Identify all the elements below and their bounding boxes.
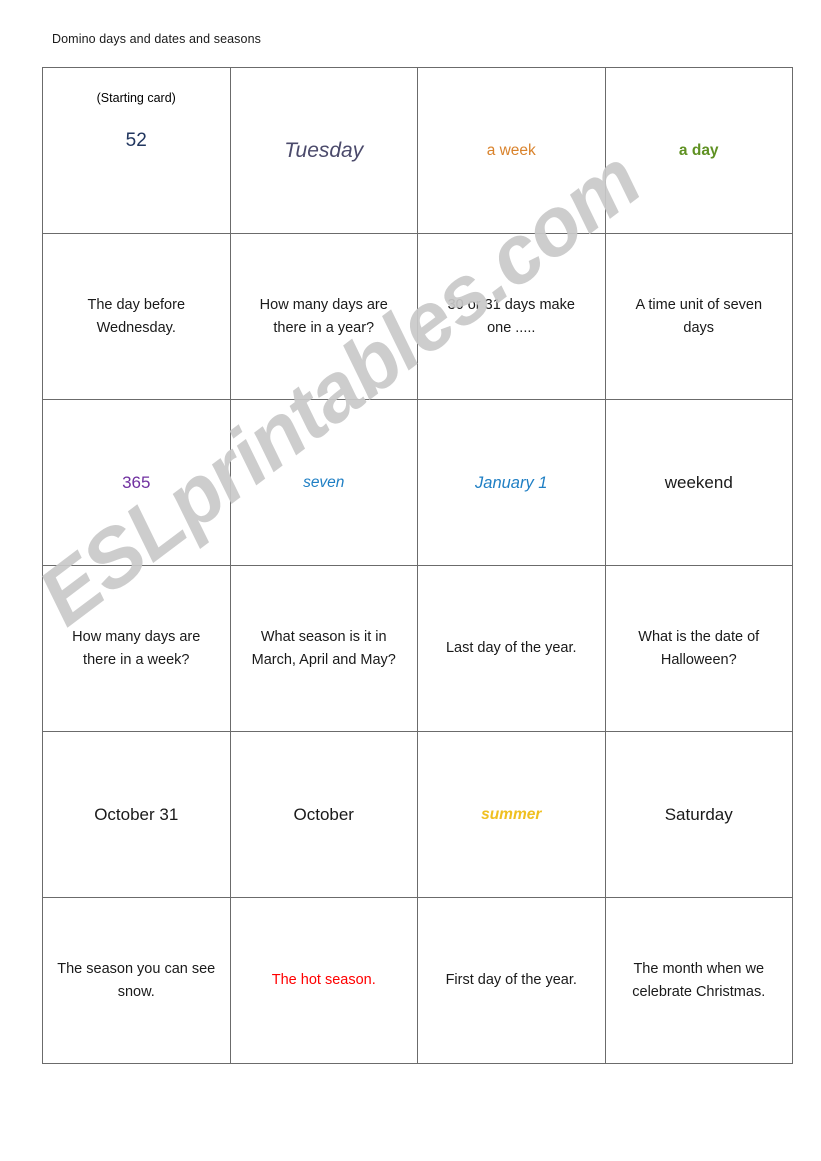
table-row: 365 seven January 1 weekend	[42, 399, 793, 566]
domino-card[interactable]: A time unit of seven days	[604, 233, 793, 400]
card-text: seven	[303, 473, 345, 491]
card-text: January 1	[475, 473, 548, 492]
card-text: October	[293, 804, 354, 824]
domino-card[interactable]: seven	[229, 399, 418, 566]
table-row: October 31 October summer Saturday	[42, 731, 793, 898]
card-text: weekend	[664, 472, 733, 492]
card-text: How many days are there in a week?	[72, 628, 201, 668]
domino-card[interactable]: Tuesday	[229, 67, 418, 234]
domino-card[interactable]: The month when we celebrate Christmas.	[604, 897, 793, 1064]
domino-card[interactable]: 30 or 31 days make one .....	[417, 233, 606, 400]
card-text: Saturday	[664, 804, 733, 824]
domino-card[interactable]: How many days are there in a week?	[42, 565, 231, 732]
card-text: The season you can see snow.	[57, 960, 216, 1000]
domino-card[interactable]: The hot season.	[229, 897, 418, 1064]
domino-card[interactable]: 365	[42, 399, 231, 566]
card-text: What is the date of Halloween?	[638, 628, 760, 668]
domino-card[interactable]: The day before Wednesday.	[42, 233, 231, 400]
card-text: October 31	[94, 804, 179, 824]
domino-card[interactable]: The season you can see snow.	[42, 897, 231, 1064]
domino-card[interactable]: January 1	[417, 399, 606, 566]
domino-card[interactable]: What is the date of Halloween?	[604, 565, 793, 732]
card-text: The hot season.	[271, 972, 376, 988]
card-text: The day before Wednesday.	[87, 296, 186, 336]
page-title: Domino days and dates and seasons	[52, 32, 261, 46]
domino-card[interactable]: (Starting card) 52	[42, 67, 231, 234]
domino-card-grid: (Starting card) 52 Tuesday a week a day …	[42, 67, 793, 1064]
domino-card[interactable]: a day	[604, 67, 793, 234]
worksheet-page: Domino days and dates and seasons ESLpri…	[0, 0, 821, 1161]
domino-card[interactable]: a week	[417, 67, 606, 234]
card-text: First day of the year.	[445, 972, 577, 988]
table-row: How many days are there in a week? What …	[42, 565, 793, 732]
table-row: (Starting card) 52 Tuesday a week a day	[42, 67, 793, 234]
domino-card[interactable]: October 31	[42, 731, 231, 898]
starting-card-note: (Starting card)	[96, 91, 176, 105]
card-text: The month when we celebrate Christmas.	[632, 960, 766, 1000]
card-text: summer	[481, 805, 542, 823]
card-text: 365	[122, 472, 151, 492]
domino-card[interactable]: How many days are there in a year?	[229, 233, 418, 400]
domino-card[interactable]: First day of the year.	[417, 897, 606, 1064]
domino-card[interactable]: summer	[417, 731, 606, 898]
card-text: 30 or 31 days make one .....	[447, 296, 575, 336]
domino-card[interactable]: Saturday	[604, 731, 793, 898]
table-row: The season you can see snow. The hot sea…	[42, 897, 793, 1064]
card-text: a day	[678, 141, 719, 159]
card-text: What season is it in March, April and Ma…	[251, 628, 396, 668]
card-text: A time unit of seven days	[635, 296, 763, 336]
domino-card[interactable]: Last day of the year.	[417, 565, 606, 732]
card-text: Tuesday	[284, 138, 364, 162]
domino-card[interactable]: weekend	[604, 399, 793, 566]
table-row: The day before Wednesday. How many days …	[42, 233, 793, 400]
card-text: How many days are there in a year?	[259, 296, 388, 336]
card-text: 52	[125, 130, 147, 151]
card-text: a week	[486, 141, 536, 159]
domino-card[interactable]: October	[229, 731, 418, 898]
card-text: Last day of the year.	[445, 640, 577, 656]
domino-card[interactable]: What season is it in March, April and Ma…	[229, 565, 418, 732]
